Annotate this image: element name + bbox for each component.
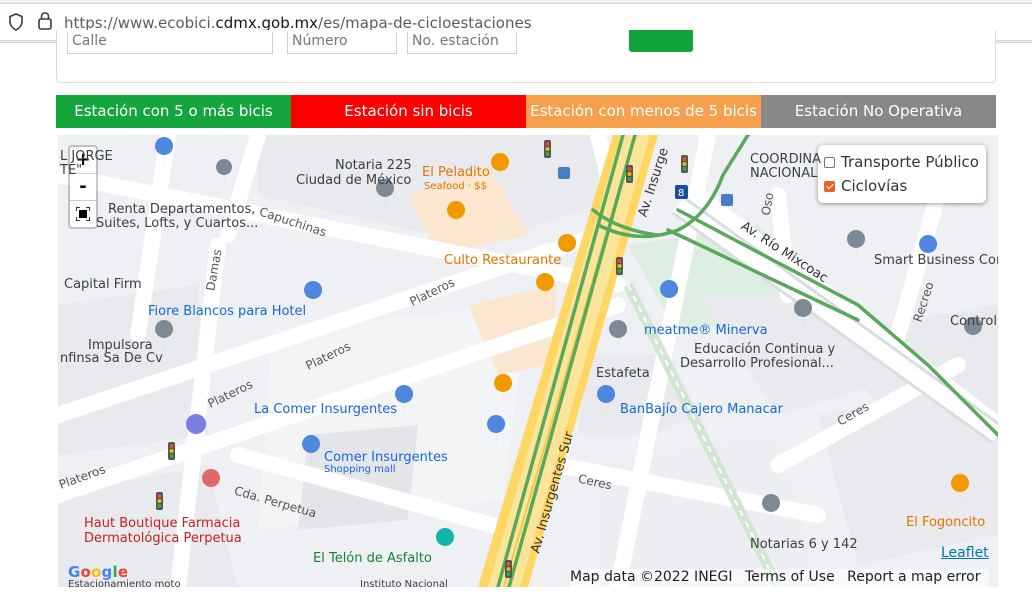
place-meatme[interactable]: meatme® Minerva [644,323,768,338]
place-smart[interactable]: Smart Business Cor [874,253,998,268]
transporte-label: Transporte Público [841,153,979,171]
place-fiore[interactable]: Fiore Blancos para Hotel [148,304,306,319]
lock-icon[interactable] [36,10,54,32]
place-peladito-sub: Seafood · $$ [424,181,487,192]
place-renta-1[interactable]: Renta Departamentos, [108,202,255,217]
svg-text:P: P [192,434,201,448]
ciclovias-label: Ciclovías [841,177,908,195]
search-button[interactable] [629,30,693,52]
place-haut-2: Dermatológica Perpetua [84,531,242,546]
layer-ciclovias[interactable]: Ciclovías [824,175,907,197]
place-educacion-1[interactable]: Educación Continua y [694,342,835,357]
place-instituto: Instituto Nacional [360,579,448,587]
map[interactable]: 8 P + - Transporte Público Ciclovías L J… [58,135,998,587]
street-input-placeholder: Calle [72,33,107,49]
search-form-card: Calle Número No. estación [56,30,996,83]
legend-not-operating: Estación No Operativa [761,95,996,128]
place-control[interactable]: Control [950,314,997,329]
locate-button[interactable] [70,201,96,227]
report-error-link[interactable]: Report a map error [847,569,980,585]
legend-low: Estación con menos de 5 bicis [526,95,761,128]
locate-icon [75,206,91,222]
place-jorge[interactable]: L JORGE [60,149,113,164]
place-la-comer[interactable]: La Comer Insurgentes [254,402,397,417]
place-banbajio[interactable]: BanBajío Cajero Manacar [620,402,783,417]
number-input[interactable]: Número [287,32,397,54]
leaflet-link[interactable]: Leaflet [941,545,989,561]
legend-empty: Estación sin bicis [291,95,526,128]
place-coordina-2: NACIONAL [750,166,818,181]
map-data-credit: Map data ©2022 INEGI [570,569,733,585]
map-attribution: Map data ©2022 INEGI Terms of Use Report… [570,569,989,587]
place-haut-1[interactable]: Haut Boutique Farmacia [84,516,240,531]
place-capital[interactable]: Capital Firm [64,277,142,292]
layer-transporte[interactable]: Transporte Público [824,151,979,173]
place-impulsora-2: nfinsa Sa De Cv [60,351,163,366]
metrobus-number: 8 [678,188,684,199]
place-renta-2: Suites, Lofts, y Cuartos... [96,216,259,231]
terms-of-use-link[interactable]: Terms of Use [745,569,835,585]
layer-control: Transporte Público Ciclovías [818,145,986,203]
place-notaria-2: Ciudad de México [296,173,412,188]
ciclovias-checkbox[interactable] [824,180,835,192]
place-estafeta[interactable]: Estafeta [596,366,650,381]
place-coordina-1[interactable]: COORDINA [750,152,821,167]
place-comer-1[interactable]: Comer Insurgentes [324,450,448,465]
station-input-placeholder: No. estación [412,33,499,49]
legend-available: Estación con 5 o más bicis [56,95,291,128]
transporte-checkbox[interactable] [824,156,835,168]
zoom-out-button[interactable]: - [70,174,96,201]
station-input[interactable]: No. estación [407,32,517,54]
google-logo[interactable]: Google [68,563,128,581]
street-input[interactable]: Calle [67,32,273,54]
place-educacion-2: Desarrollo Profesional... [680,356,834,371]
place-comer-2: Shopping mall [324,464,396,475]
place-notaria-1[interactable]: Notaria 225 [335,158,412,173]
place-culto[interactable]: Culto Restaurante [444,253,561,268]
station-legend: Estación con 5 o más bicis Estación sin … [56,95,996,128]
place-jorge-2: TE" [60,163,83,178]
place-telon[interactable]: El Telón de Asfalto [313,551,432,566]
place-peladito[interactable]: El Peladito [422,165,490,180]
number-input-placeholder: Número [292,33,348,49]
place-fogoncito[interactable]: El Fogoncito [906,515,985,530]
place-notarias[interactable]: Notarias 6 y 142 [750,537,858,552]
shield-icon[interactable] [8,13,24,31]
